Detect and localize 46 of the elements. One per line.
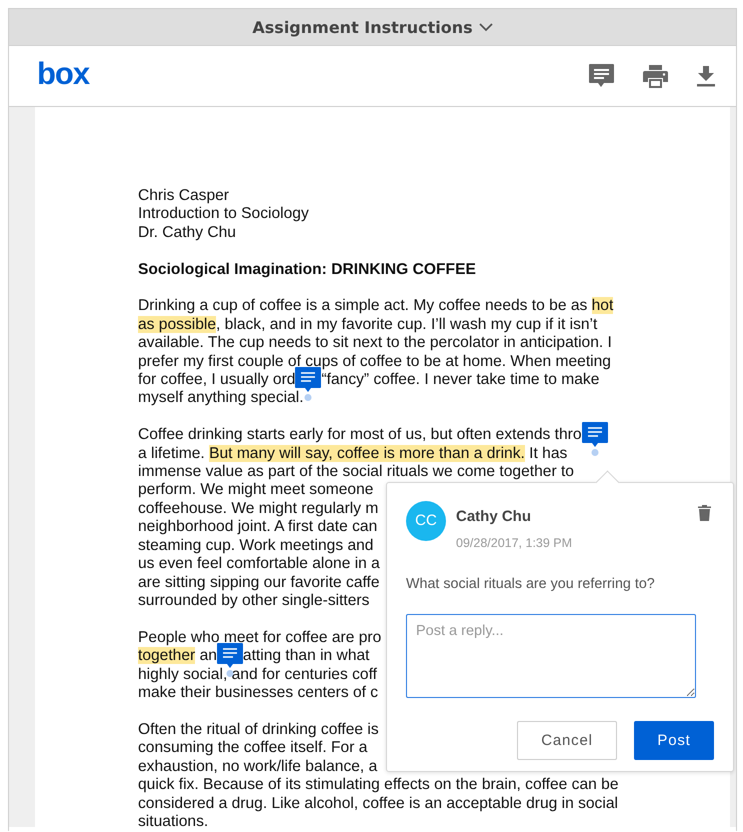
text-line: “fancy” coffee. I never take time to make xyxy=(321,371,600,388)
text-line: perform. We might meet someone xyxy=(138,481,374,498)
text-line: a lifetime. But many will say, coffee is more than a drink. It has xyxy=(138,444,568,462)
text-line: atting than in what xyxy=(242,647,370,664)
document-heading: Sociological Imagination: DRINKING COFFEE xyxy=(138,260,476,279)
reply-field[interactable]: Post a reply... xyxy=(406,614,696,698)
text-line: Chris Casper xyxy=(138,187,229,204)
comment-author: Cathy Chu xyxy=(456,508,532,526)
text-line: exhaustion, no work/life balance, a xyxy=(138,758,378,775)
text-line: Drinking a cup of coffee is a simple act. My coffee needs to be as hot xyxy=(138,297,614,314)
box-logo[interactable]: box xyxy=(37,58,90,88)
text-line: highly social, and for centuries coff xyxy=(138,666,377,683)
print-icon[interactable] xyxy=(643,64,668,88)
text-line: Introduction to Sociology xyxy=(138,205,309,222)
document-title[interactable]: Assignment Instructions xyxy=(252,18,473,36)
text-line: us even feel comfortable alone in a xyxy=(138,555,380,572)
text-line: myself anything special. xyxy=(138,389,304,406)
download-icon[interactable] xyxy=(696,66,716,86)
comment-text: What social rituals are you referring to? xyxy=(406,574,656,594)
text-line: surrounded by other single-sitters xyxy=(138,592,370,610)
text-line: People who meet for coffee are pro xyxy=(138,628,382,646)
comment-icon[interactable] xyxy=(588,62,615,90)
user-avatar: CC xyxy=(406,501,446,541)
chevron-down-icon[interactable] xyxy=(478,22,493,32)
text-line: immense value as part of the social rituals we come together to xyxy=(138,463,574,480)
text-line: available. The cup needs to sit next to the percolator in anticipation. I xyxy=(138,334,612,352)
cancel-button[interactable]: Cancel xyxy=(517,721,617,760)
text-line: make their businesses centers of c xyxy=(138,684,378,702)
text-line: prefer my first couple of cups of coffee to be at home. When meeting xyxy=(138,352,611,370)
text-line: Often the ritual of drinking coffee is xyxy=(138,720,379,738)
comment-timestamp: 09/28/2017, 1:39 PM xyxy=(456,535,572,552)
text-line: coffeehouse. We might regularly m xyxy=(138,500,378,517)
text-line: Coffee drinking starts early for most of us, but often extends thro xyxy=(138,426,582,444)
text-line: quick fix. Because of its stimulating effects on the brain, coffee can be xyxy=(138,776,619,794)
text-line: as possible, black, and in my favorite cup. I’ll wash my cup if it isn’t xyxy=(138,316,598,333)
text-line: for coffee, I usually ord xyxy=(138,371,296,388)
post-button[interactable]: Post xyxy=(634,721,714,760)
text-line: consuming the coffee itself. For a xyxy=(138,739,368,756)
text-line: Dr. Cathy Chu xyxy=(138,224,236,241)
delete-icon[interactable] xyxy=(698,505,711,521)
text-line: situations. xyxy=(138,813,208,830)
text-line: neighborhood joint. A first date can xyxy=(138,518,378,536)
text-line: are sitting sipping our favorite caffe xyxy=(138,574,380,591)
text-line: steaming cup. Work meetings and xyxy=(138,536,374,554)
text-line: together an xyxy=(138,647,217,664)
text-line: considered a drug. Like alcohol, coffee is an acceptable drug in social xyxy=(138,794,618,812)
